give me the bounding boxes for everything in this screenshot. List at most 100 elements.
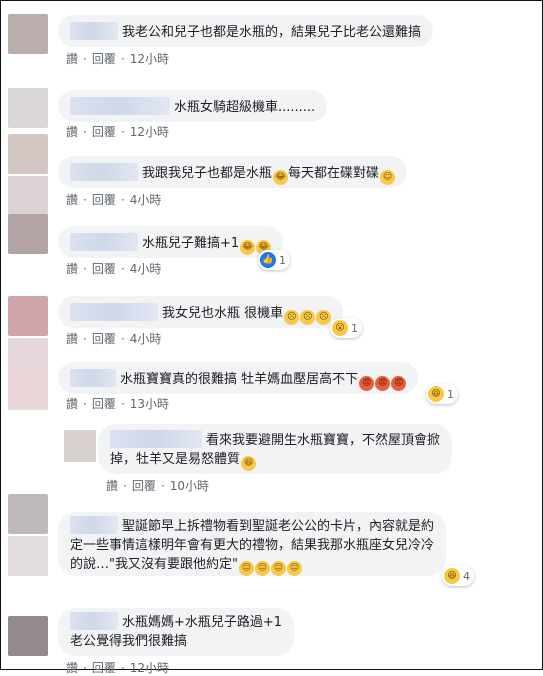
comment-actions: 讚 · 回覆 · 4小時	[66, 192, 162, 208]
reply-link[interactable]: 回覆	[92, 192, 116, 208]
reaction-summary[interactable]: 😆 1	[426, 384, 458, 404]
comment-text-continued: 每天都在碟對碟	[288, 166, 380, 181]
avatar[interactable]	[8, 88, 48, 128]
reply-link[interactable]: 回覆	[92, 51, 116, 67]
comment-text-continued: 定一些事情這樣明年會有更大的禮物，結果我那水瓶座女兒冷冷	[70, 538, 435, 553]
comment-text: 我跟我兒子也都是水瓶	[142, 166, 273, 181]
author-name-blurred[interactable]	[70, 233, 138, 251]
comment-text: 看來我要避開生水瓶寶寶，不然屋頂會掀	[206, 433, 441, 448]
timestamp[interactable]: 4小時	[130, 261, 162, 277]
timestamp[interactable]: 12小時	[130, 51, 169, 67]
angry-emoji: 😡	[391, 376, 407, 391]
comment-text-continued: 的說…"我又沒有要跟他約定"	[70, 557, 238, 572]
author-name-blurred[interactable]	[70, 22, 118, 40]
reply-link[interactable]: 回覆	[92, 261, 116, 277]
comment-text: 水瓶媽媽+水瓶兒子路過+1	[122, 615, 283, 630]
laugh-cry-emoji: 😂	[273, 170, 289, 185]
reaction-summary[interactable]: 👍 1	[258, 250, 290, 270]
timestamp[interactable]: 13小時	[130, 396, 169, 412]
like-icon: 👍	[260, 252, 276, 268]
haha-icon: 😆	[428, 386, 444, 402]
author-name-blurred[interactable]	[70, 163, 138, 181]
comment-bubble: 水瓶媽媽+水瓶兒子路過+1 老公覺得我們很難搞	[58, 608, 295, 656]
reaction-summary[interactable]: 😆 4	[442, 566, 474, 586]
comment-actions: 讚 · 回覆 · 12小時	[66, 51, 169, 67]
reply-link[interactable]: 回覆	[92, 331, 116, 347]
comment-actions: 讚 · 回覆 · 4小時	[66, 261, 162, 277]
comment-text: 水瓶寶寶真的很難搞 牡羊媽血壓居高不下	[120, 372, 359, 387]
comment-text: 聖誕節早上拆禮物看到聖誕老公公的卡片，內容就是約	[122, 519, 435, 534]
reaction-count: 4	[463, 569, 470, 583]
comment-text: 水瓶兒子難搞+1	[142, 236, 240, 251]
comment-actions: 讚 · 回覆 · 12小時	[66, 124, 169, 140]
timestamp[interactable]: 10小時	[170, 478, 209, 494]
like-link[interactable]: 讚	[66, 192, 78, 208]
avatar[interactable]	[8, 14, 48, 54]
comment-bubble: 聖誕節早上拆禮物看到聖誕老公公的卡片，內容就是約 定一些事情這樣明年會有更大的禮…	[58, 512, 447, 576]
comment-bubble: 我女兒也水瓶 很機車 ☹ ☹ ☹	[58, 296, 344, 328]
unamused-emoji: 😑	[270, 561, 286, 576]
like-link[interactable]: 讚	[66, 124, 78, 140]
avatar[interactable]	[8, 494, 48, 534]
reply-link[interactable]: 回覆	[92, 396, 116, 412]
like-link[interactable]: 讚	[66, 51, 78, 67]
author-name-blurred[interactable]	[70, 97, 170, 115]
unamused-emoji: 😑	[238, 561, 254, 576]
reply-link[interactable]: 回覆	[92, 124, 116, 140]
like-link[interactable]: 讚	[66, 396, 78, 412]
laugh-cry-emoji: 😂	[240, 240, 256, 255]
like-link[interactable]: 讚	[106, 478, 118, 494]
reply-link[interactable]: 回覆	[92, 660, 116, 676]
avatar[interactable]	[8, 370, 48, 410]
avatar[interactable]	[8, 296, 48, 336]
comment-actions: 讚 · 回覆 · 10小時	[106, 478, 209, 494]
unamused-emoji: 😑	[254, 561, 270, 576]
angry-emoji: 😡	[359, 376, 375, 391]
author-name-blurred[interactable]	[70, 516, 118, 534]
comment-bubble: 我跟我兒子也都是水瓶 😂 每天都在碟對碟 ☺	[58, 156, 408, 188]
haha-icon: 😆	[444, 568, 460, 584]
comment-text: 我老公和兒子也都是水瓶的，結果兒子比老公還難搞	[122, 25, 422, 40]
timestamp[interactable]: 12小時	[130, 124, 169, 140]
comment-bubble: 水瓶寶寶真的很難搞 牡羊媽血壓居高不下 😡 😡 😡	[58, 362, 419, 394]
comment-bubble: 水瓶兒子難搞+1 😂 😂	[58, 226, 284, 258]
sad-emoji: ☹	[300, 310, 316, 325]
comment-actions: 讚 · 回覆 · 12小時	[66, 660, 169, 676]
sad-emoji: ☹	[284, 310, 300, 325]
reaction-summary[interactable]: 😮 1	[330, 318, 362, 338]
like-link[interactable]: 讚	[66, 331, 78, 347]
timestamp[interactable]: 4小時	[130, 192, 162, 208]
comment-text-continued: 老公覺得我們很難搞	[70, 634, 188, 649]
author-name-blurred[interactable]	[70, 612, 118, 630]
avatar[interactable]	[8, 134, 48, 174]
timestamp[interactable]: 4小時	[130, 331, 162, 347]
author-name-blurred[interactable]	[70, 369, 116, 387]
avatar[interactable]	[8, 536, 48, 576]
author-name-blurred[interactable]	[110, 430, 202, 448]
angry-emoji: 😡	[375, 376, 391, 391]
laugh-emoji: 😆	[241, 456, 257, 471]
comment-bubble: 水瓶女騎超級機車.........	[58, 90, 328, 122]
unamused-emoji: 😑	[286, 561, 302, 576]
smile-emoji: ☺	[380, 170, 396, 185]
wow-icon: 😮	[332, 320, 348, 336]
timestamp[interactable]: 12小時	[130, 660, 169, 676]
avatar[interactable]	[8, 176, 48, 216]
like-link[interactable]: 讚	[66, 261, 78, 277]
avatar[interactable]	[64, 430, 96, 462]
sad-emoji: ☹	[316, 310, 332, 325]
reply-link[interactable]: 回覆	[132, 478, 156, 494]
reaction-count: 1	[279, 253, 286, 267]
avatar[interactable]	[8, 214, 48, 254]
comment-text-continued: 掉，牡羊又是易怒體質	[110, 452, 241, 467]
comment-text: 水瓶女騎超級機車.........	[174, 100, 316, 115]
comment-text: 我女兒也水瓶 很機車	[162, 306, 284, 321]
comment-bubble: 我老公和兒子也都是水瓶的，結果兒子比老公還難搞	[58, 15, 434, 47]
comment-actions: 讚 · 回覆 · 13小時	[66, 396, 169, 412]
comment-bubble: 看來我要避開生水瓶寶寶，不然屋頂會掀 掉，牡羊又是易怒體質 😆	[98, 424, 453, 474]
avatar[interactable]	[8, 616, 48, 656]
like-link[interactable]: 讚	[66, 660, 78, 676]
author-name-blurred[interactable]	[70, 303, 158, 321]
reaction-count: 1	[351, 321, 358, 335]
reaction-count: 1	[447, 387, 454, 401]
